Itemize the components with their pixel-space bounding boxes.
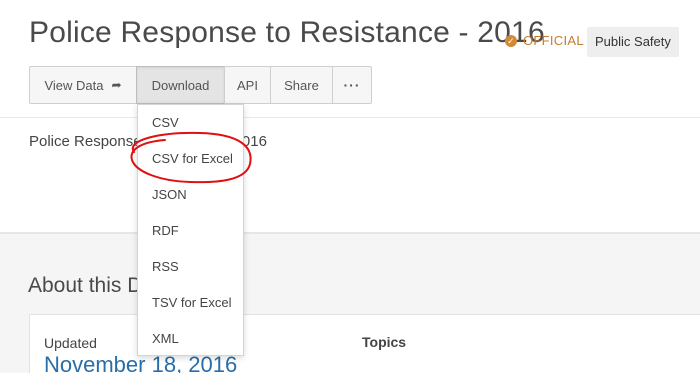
download-rdf-option[interactable]: RDF xyxy=(152,223,179,238)
topics-label: Topics xyxy=(362,334,407,350)
view-data-button[interactable]: View Data ➦ xyxy=(29,66,137,104)
download-csv-option[interactable]: CSV xyxy=(152,115,179,130)
download-button[interactable]: Download xyxy=(136,66,225,104)
download-csv-excel-option[interactable]: CSV for Excel xyxy=(152,151,233,166)
about-heading: About this D xyxy=(28,274,143,297)
header-divider xyxy=(0,117,700,118)
category-tag[interactable]: Public Safety xyxy=(587,27,679,57)
download-xml-option[interactable]: XML xyxy=(152,331,179,346)
view-data-label: View Data xyxy=(44,77,104,93)
official-badge: ✓ OFFICIAL xyxy=(505,33,584,48)
download-dropdown-menu: CSV CSV for Excel JSON RDF RSS TSV for E… xyxy=(137,104,244,356)
action-toolbar: View Data ➦ Download API Share ··· xyxy=(29,66,372,104)
more-dots-icon: ··· xyxy=(343,77,361,93)
download-rss-option[interactable]: RSS xyxy=(152,259,179,274)
api-button[interactable]: API xyxy=(224,66,271,104)
description-text-left: Police Response xyxy=(29,133,142,150)
official-label: OFFICIAL xyxy=(523,33,584,48)
download-json-option[interactable]: JSON xyxy=(152,187,187,202)
share-button[interactable]: Share xyxy=(270,66,333,104)
check-circle-icon: ✓ xyxy=(505,34,517,47)
page-title: Police Response to Resistance - 2016 xyxy=(29,16,545,49)
more-actions-button[interactable]: ··· xyxy=(332,66,372,104)
updated-label: Updated xyxy=(44,335,97,351)
download-tsv-excel-option[interactable]: TSV for Excel xyxy=(152,295,231,310)
arrow-right-icon: ➦ xyxy=(111,78,122,92)
